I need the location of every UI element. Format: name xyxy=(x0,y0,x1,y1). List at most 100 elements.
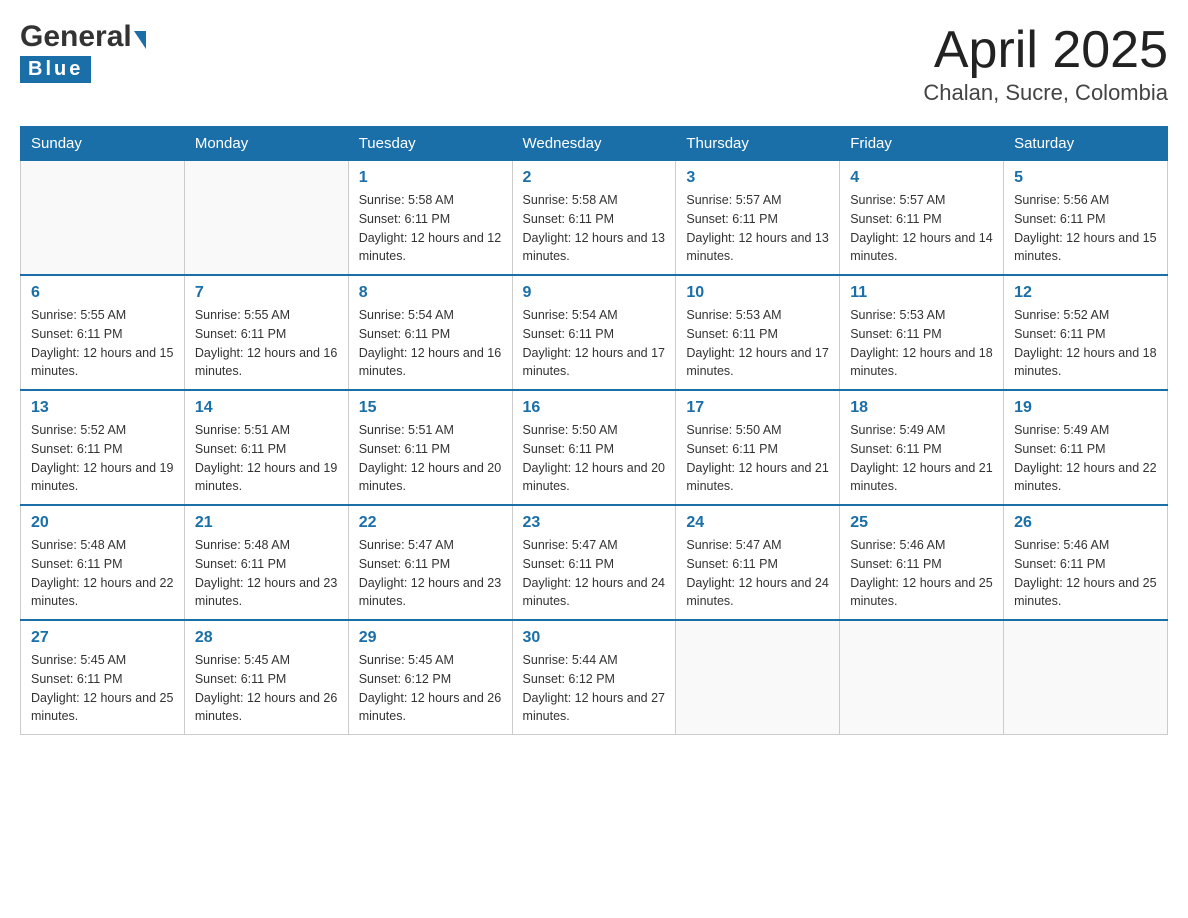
day-number: 10 xyxy=(686,284,829,302)
day-number: 29 xyxy=(359,629,502,647)
day-number: 23 xyxy=(523,514,666,532)
day-number: 9 xyxy=(523,284,666,302)
day-info: Sunrise: 5:47 AMSunset: 6:11 PMDaylight:… xyxy=(523,536,666,611)
day-number: 6 xyxy=(31,284,174,302)
day-number: 11 xyxy=(850,284,993,302)
table-row: 18 Sunrise: 5:49 AMSunset: 6:11 PMDayligh… xyxy=(840,390,1004,505)
table-row: 30 Sunrise: 5:44 AMSunset: 6:12 PMDayligh… xyxy=(512,620,676,735)
logo-general: General xyxy=(20,20,132,54)
table-row: 3 Sunrise: 5:57 AMSunset: 6:11 PMDaylight… xyxy=(676,161,840,276)
table-row: 23 Sunrise: 5:47 AMSunset: 6:11 PMDayligh… xyxy=(512,505,676,620)
day-info: Sunrise: 5:55 AMSunset: 6:11 PMDaylight:… xyxy=(31,306,174,381)
table-row xyxy=(1004,620,1168,735)
day-number: 4 xyxy=(850,169,993,187)
table-row: 27 Sunrise: 5:45 AMSunset: 6:11 PMDayligh… xyxy=(21,620,185,735)
table-row: 8 Sunrise: 5:54 AMSunset: 6:11 PMDaylight… xyxy=(348,275,512,390)
page-title: April 2025 xyxy=(923,20,1168,80)
day-info: Sunrise: 5:46 AMSunset: 6:11 PMDaylight:… xyxy=(1014,536,1157,611)
day-number: 30 xyxy=(523,629,666,647)
day-number: 16 xyxy=(523,399,666,417)
day-number: 1 xyxy=(359,169,502,187)
table-row: 9 Sunrise: 5:54 AMSunset: 6:11 PMDaylight… xyxy=(512,275,676,390)
day-info: Sunrise: 5:48 AMSunset: 6:11 PMDaylight:… xyxy=(195,536,338,611)
day-info: Sunrise: 5:54 AMSunset: 6:11 PMDaylight:… xyxy=(523,306,666,381)
table-row: 14Sunrise: 5:51 AMSunset: 6:11 PMDayligh… xyxy=(184,390,348,505)
calendar-table: Sunday Monday Tuesday Wednesday Thursday… xyxy=(20,126,1168,735)
logo-triangle-icon xyxy=(134,31,146,49)
page-subtitle: Chalan, Sucre, Colombia xyxy=(923,80,1168,106)
day-number: 21 xyxy=(195,514,338,532)
day-info: Sunrise: 5:47 AMSunset: 6:11 PMDaylight:… xyxy=(686,536,829,611)
col-thursday: Thursday xyxy=(676,127,840,161)
table-row: 7 Sunrise: 5:55 AMSunset: 6:11 PMDaylight… xyxy=(184,275,348,390)
day-info: Sunrise: 5:45 AMSunset: 6:11 PMDaylight:… xyxy=(31,651,174,726)
day-info: Sunrise: 5:51 AMSunset: 6:11 PMDaylight:… xyxy=(195,421,338,496)
table-row: 11 Sunrise: 5:53 AMSunset: 6:11 PMDayligh… xyxy=(840,275,1004,390)
table-row: 13 Sunrise: 5:52 AMSunset: 6:11 PMDayligh… xyxy=(21,390,185,505)
day-info: Sunrise: 5:52 AMSunset: 6:11 PMDaylight:… xyxy=(31,421,174,496)
col-friday: Friday xyxy=(840,127,1004,161)
day-number: 28 xyxy=(195,629,338,647)
day-info: Sunrise: 5:46 AMSunset: 6:11 PMDaylight:… xyxy=(850,536,993,611)
calendar-header-row: Sunday Monday Tuesday Wednesday Thursday… xyxy=(21,127,1168,161)
table-row: 16 Sunrise: 5:50 AMSunset: 6:11 PMDayligh… xyxy=(512,390,676,505)
day-info: Sunrise: 5:58 AMSunset: 6:11 PMDaylight:… xyxy=(359,191,502,266)
day-info: Sunrise: 5:54 AMSunset: 6:11 PMDaylight:… xyxy=(359,306,502,381)
day-info: Sunrise: 5:44 AMSunset: 6:12 PMDaylight:… xyxy=(523,651,666,726)
day-info: Sunrise: 5:52 AMSunset: 6:11 PMDaylight:… xyxy=(1014,306,1157,381)
col-saturday: Saturday xyxy=(1004,127,1168,161)
day-info: Sunrise: 5:53 AMSunset: 6:11 PMDaylight:… xyxy=(686,306,829,381)
col-sunday: Sunday xyxy=(21,127,185,161)
table-row: 21 Sunrise: 5:48 AMSunset: 6:11 PMDayligh… xyxy=(184,505,348,620)
day-number: 15 xyxy=(359,399,502,417)
day-number: 18 xyxy=(850,399,993,417)
table-row: 10 Sunrise: 5:53 AMSunset: 6:11 PMDayligh… xyxy=(676,275,840,390)
table-row: 20 Sunrise: 5:48 AMSunset: 6:11 PMDayligh… xyxy=(21,505,185,620)
day-number: 2 xyxy=(523,169,666,187)
day-number: 27 xyxy=(31,629,174,647)
day-info: Sunrise: 5:58 AMSunset: 6:11 PMDaylight:… xyxy=(523,191,666,266)
logo-blue-bar: Blue xyxy=(20,56,91,83)
day-info: Sunrise: 5:48 AMSunset: 6:11 PMDaylight:… xyxy=(31,536,174,611)
table-row: 17 Sunrise: 5:50 AMSunset: 6:11 PMDayligh… xyxy=(676,390,840,505)
day-info: Sunrise: 5:53 AMSunset: 6:11 PMDaylight:… xyxy=(850,306,993,381)
day-info: Sunrise: 5:50 AMSunset: 6:11 PMDaylight:… xyxy=(686,421,829,496)
day-number: 17 xyxy=(686,399,829,417)
day-number: 3 xyxy=(686,169,829,187)
day-info: Sunrise: 5:57 AMSunset: 6:11 PMDaylight:… xyxy=(686,191,829,266)
table-row: 26 Sunrise: 5:46 AMSunset: 6:11 PMDayligh… xyxy=(1004,505,1168,620)
col-wednesday: Wednesday xyxy=(512,127,676,161)
day-number: 26 xyxy=(1014,514,1157,532)
logo: General Blue xyxy=(20,20,146,83)
day-number: 7 xyxy=(195,284,338,302)
table-row: 15 Sunrise: 5:51 AMSunset: 6:11 PMDayligh… xyxy=(348,390,512,505)
table-row xyxy=(840,620,1004,735)
table-row: 22 Sunrise: 5:47 AMSunset: 6:11 PMDayligh… xyxy=(348,505,512,620)
day-info: Sunrise: 5:45 AMSunset: 6:11 PMDaylight:… xyxy=(195,651,338,726)
day-number: 8 xyxy=(359,284,502,302)
day-info: Sunrise: 5:51 AMSunset: 6:11 PMDaylight:… xyxy=(359,421,502,496)
col-tuesday: Tuesday xyxy=(348,127,512,161)
day-info: Sunrise: 5:45 AMSunset: 6:12 PMDaylight:… xyxy=(359,651,502,726)
day-info: Sunrise: 5:56 AMSunset: 6:11 PMDaylight:… xyxy=(1014,191,1157,266)
table-row: 6 Sunrise: 5:55 AMSunset: 6:11 PMDaylight… xyxy=(21,275,185,390)
table-row: 1 Sunrise: 5:58 AMSunset: 6:11 PMDaylight… xyxy=(348,161,512,276)
table-row: 28 Sunrise: 5:45 AMSunset: 6:11 PMDayligh… xyxy=(184,620,348,735)
table-row xyxy=(21,161,185,276)
day-number: 22 xyxy=(359,514,502,532)
title-area: April 2025 Chalan, Sucre, Colombia xyxy=(923,20,1168,106)
day-number: 5 xyxy=(1014,169,1157,187)
table-row: 19Sunrise: 5:49 AMSunset: 6:11 PMDayligh… xyxy=(1004,390,1168,505)
table-row xyxy=(184,161,348,276)
day-info: Sunrise: 5:47 AMSunset: 6:11 PMDaylight:… xyxy=(359,536,502,611)
table-row: 5 Sunrise: 5:56 AMSunset: 6:11 PMDaylight… xyxy=(1004,161,1168,276)
day-number: 20 xyxy=(31,514,174,532)
table-row: 2 Sunrise: 5:58 AMSunset: 6:11 PMDaylight… xyxy=(512,161,676,276)
day-number: 13 xyxy=(31,399,174,417)
col-monday: Monday xyxy=(184,127,348,161)
day-info: Sunrise: 5:49 AMSunset: 6:11 PMDaylight:… xyxy=(850,421,993,496)
day-info: Sunrise: 5:50 AMSunset: 6:11 PMDaylight:… xyxy=(523,421,666,496)
page-header: General Blue April 2025 Chalan, Sucre, C… xyxy=(20,20,1168,106)
day-info: Sunrise: 5:55 AMSunset: 6:11 PMDaylight:… xyxy=(195,306,338,381)
table-row: 29 Sunrise: 5:45 AMSunset: 6:12 PMDayligh… xyxy=(348,620,512,735)
